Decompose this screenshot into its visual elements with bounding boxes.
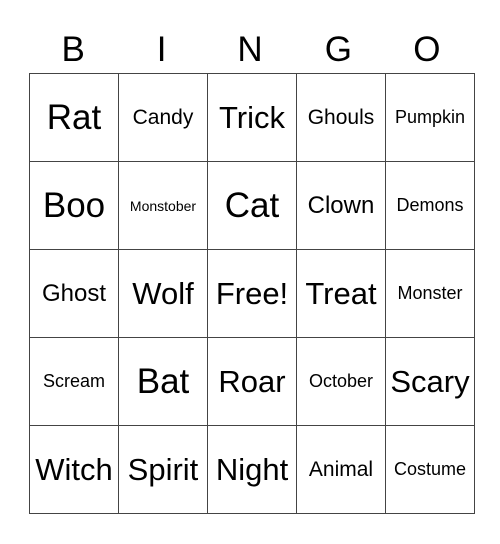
bingo-cell[interactable]: Scream xyxy=(29,337,119,426)
bingo-cell[interactable]: Monster xyxy=(385,249,475,338)
bingo-cell[interactable]: Bat xyxy=(118,337,208,426)
bingo-row: Ghost Wolf Free! Treat Monster xyxy=(29,249,475,338)
bingo-row: Scream Bat Roar October Scary xyxy=(29,337,475,426)
header-letter-n: N xyxy=(237,30,263,69)
bingo-row: Boo Monstober Cat Clown Demons xyxy=(29,161,475,250)
bingo-cell[interactable]: Free! xyxy=(207,249,297,338)
bingo-grid: Rat Candy Trick Ghouls Pumpkin Boo Monstober Ca… xyxy=(29,73,475,514)
bingo-cell[interactable]: Ghouls xyxy=(296,73,386,162)
bingo-cell[interactable]: Roar xyxy=(207,337,297,426)
bingo-cell[interactable]: Boo xyxy=(29,161,119,250)
bingo-cell[interactable]: Candy xyxy=(118,73,208,162)
bingo-cell[interactable]: Witch xyxy=(29,425,119,514)
header-letter-o: O xyxy=(413,30,441,69)
bingo-cell[interactable]: Wolf xyxy=(118,249,208,338)
bingo-cell[interactable]: Night xyxy=(207,425,297,514)
bingo-cell[interactable]: Scary xyxy=(385,337,475,426)
bingo-header: B I N G O xyxy=(29,26,471,74)
bingo-cell[interactable]: Ghost xyxy=(29,249,119,338)
bingo-cell[interactable]: Demons xyxy=(385,161,475,250)
bingo-cell[interactable]: Animal xyxy=(296,425,386,514)
header-letter-g: G xyxy=(324,30,353,69)
bingo-cell[interactable]: Spirit xyxy=(118,425,208,514)
header-letter-b: B xyxy=(61,30,85,69)
bingo-cell[interactable]: Monstober xyxy=(118,161,208,250)
bingo-cell[interactable]: Clown xyxy=(296,161,386,250)
bingo-cell[interactable]: Pumpkin xyxy=(385,73,475,162)
bingo-cell[interactable]: Costume xyxy=(385,425,475,514)
bingo-row: Witch Spirit Night Animal Costume xyxy=(29,425,475,514)
bingo-cell[interactable]: Cat xyxy=(207,161,297,250)
header-letter-i: I xyxy=(156,30,167,69)
bingo-row: Rat Candy Trick Ghouls Pumpkin xyxy=(29,73,475,162)
bingo-cell[interactable]: Treat xyxy=(296,249,386,338)
bingo-cell[interactable]: October xyxy=(296,337,386,426)
bingo-cell[interactable]: Trick xyxy=(207,73,297,162)
bingo-cell[interactable]: Rat xyxy=(29,73,119,162)
